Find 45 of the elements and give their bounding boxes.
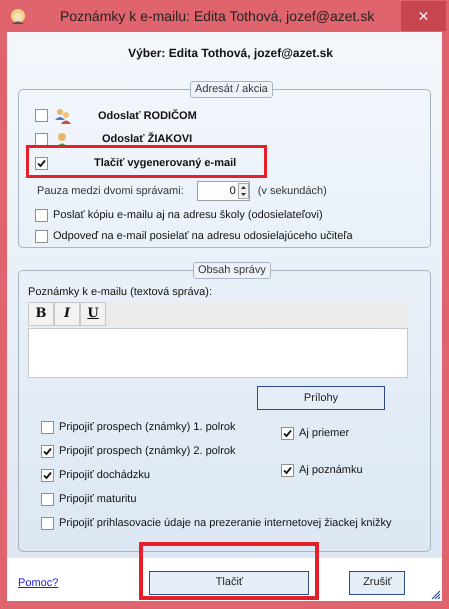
action-label: Odoslať ŽIAKOVI <box>102 131 192 148</box>
checkbox[interactable] <box>41 444 54 458</box>
checkbox[interactable] <box>41 468 54 482</box>
people-icon <box>54 108 72 124</box>
checkbox[interactable] <box>35 157 48 170</box>
action-label: Tlačiť vygenerovaný e-mail <box>94 156 236 172</box>
format-button[interactable]: U <box>80 302 106 326</box>
attach-option-label: Pripojiť maturitu <box>59 492 136 507</box>
user-avatar-icon <box>9 7 27 25</box>
attach-option-label: Pripojiť prihlasovacie údaje na prezeranie internetovej žiackej knižky <box>59 516 392 531</box>
checkbox[interactable] <box>281 426 294 440</box>
attach-option-label: Pripojiť prospech (známky) 2. polrok <box>59 444 236 459</box>
attach-option-label: Pripojiť dochádzku <box>59 468 150 483</box>
help-link[interactable]: Pomoc? <box>18 575 58 592</box>
option-label: Odpoveď na e-mail posielať na adresu odosielajúceho učiteľa <box>53 229 353 244</box>
group-legend: Adresát / akcia <box>190 81 273 98</box>
format-button[interactable]: B <box>28 302 54 326</box>
option-label: Poslať kópiu e-mailu aj na adresu školy (odosielateľovi) <box>53 208 323 224</box>
unit-label: (v sekundách) <box>258 184 327 200</box>
checkbox[interactable] <box>41 516 54 530</box>
spin-arrows-icon <box>238 183 249 200</box>
checkbox[interactable] <box>281 464 294 476</box>
checkbox[interactable] <box>35 133 48 146</box>
attachments-button[interactable]: Prílohy <box>257 386 385 410</box>
checkbox[interactable] <box>41 492 54 506</box>
checkbox[interactable] <box>41 420 54 434</box>
window-title: Poznámky k e-mailu: Edita Tothová, jozef@azet.sk <box>60 6 374 26</box>
checkbox[interactable] <box>35 209 48 222</box>
attach-option-label: Pripojiť prospech (známky) 1. polrok <box>59 420 236 435</box>
selection-label: Výber: Edita Tothová, jozef@azet.sk <box>128 45 333 62</box>
extra-option-label: Aj poznámku <box>299 462 363 478</box>
notes-label: Poznámky k e-mailu (textová správa): <box>28 285 214 300</box>
print-button[interactable]: Tlačiť <box>149 570 310 594</box>
pause-spinner[interactable]: 0 <box>196 181 250 202</box>
checkbox[interactable] <box>35 109 48 122</box>
action-label: Odoslať RODIČOM <box>98 108 197 124</box>
resize-grip-icon <box>429 588 441 600</box>
format-button[interactable]: I <box>54 302 80 326</box>
checkbox[interactable] <box>35 230 48 244</box>
pause-label: Pauza medzi dvomi správami: <box>37 184 184 200</box>
cancel-button[interactable]: Zrušiť <box>349 570 406 594</box>
close-button[interactable]: × <box>401 1 446 31</box>
extra-option-label: Aj priemer <box>299 426 350 441</box>
group-legend: Obsah správy <box>193 262 271 279</box>
notes-field[interactable] <box>28 328 408 378</box>
